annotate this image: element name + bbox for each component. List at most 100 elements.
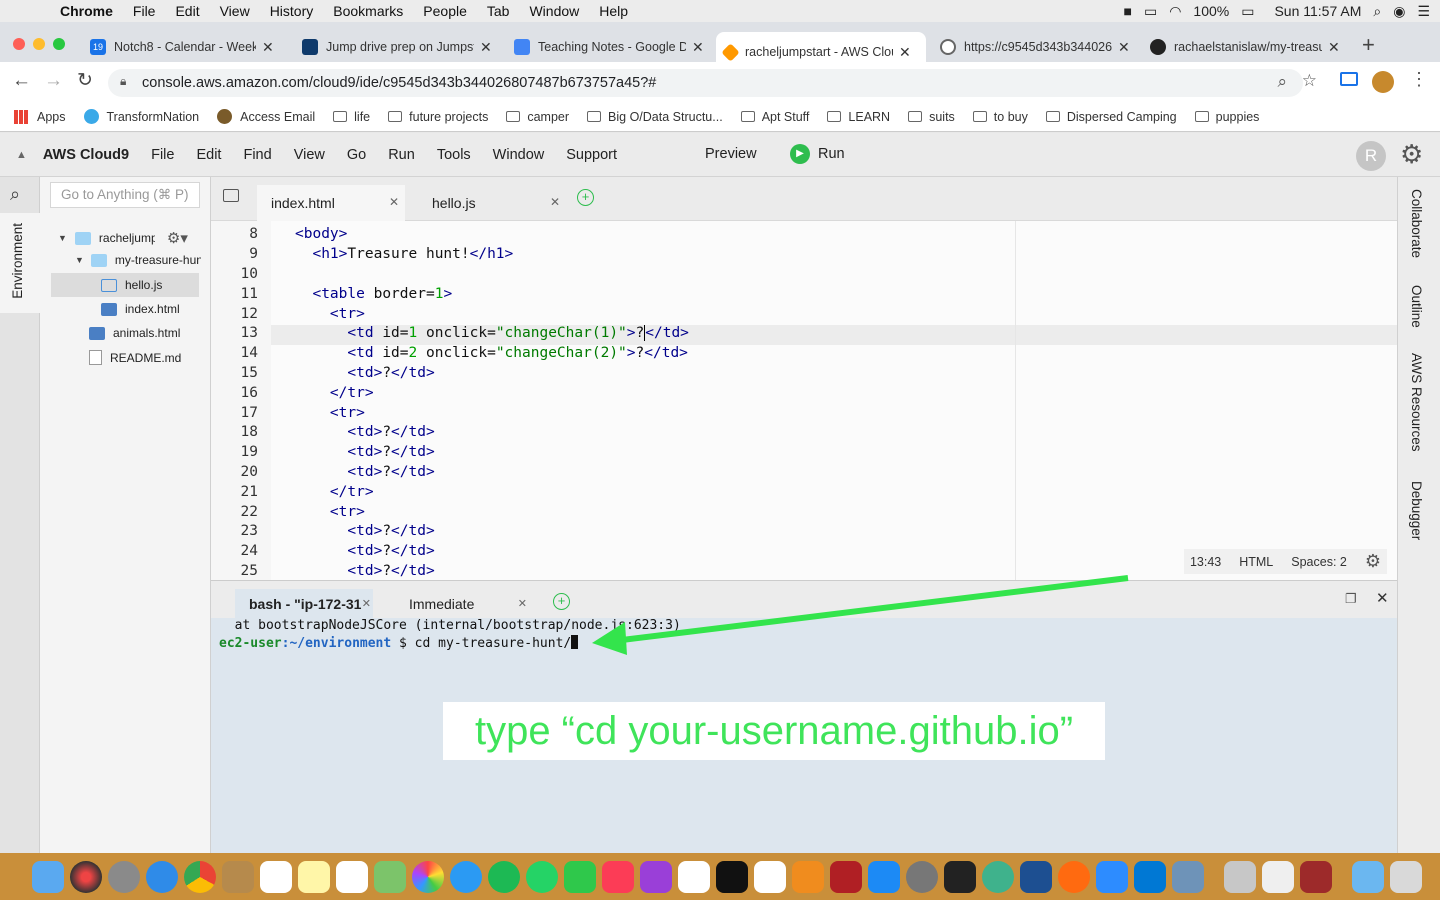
cursor-position[interactable]: 13:43	[1190, 555, 1221, 569]
terminal-app-icon[interactable]	[944, 860, 976, 893]
new-tab-button[interactable]: +	[1362, 32, 1375, 58]
c9-menu-window[interactable]: Window	[493, 147, 545, 163]
c9-menu-run[interactable]: Run	[388, 147, 415, 163]
tree-folder-my-treasure-hunt[interactable]: ▼ my-treasure-hunt	[75, 253, 201, 267]
close-icon[interactable]: ✕	[1328, 39, 1340, 56]
maximize-panel-icon[interactable]: ❐	[1345, 591, 1357, 607]
siri-icon[interactable]: ◉	[1393, 3, 1405, 20]
browser-tab-github[interactable]: rachaelstanislaw/my-treasure ✕	[1142, 32, 1348, 62]
bookmark-folder-camper[interactable]: camper	[506, 110, 569, 124]
close-icon[interactable]: ✕	[480, 39, 492, 56]
terminal-tab-bash[interactable]: bash - "ip-172-31 ✕	[235, 589, 373, 619]
battery-icon[interactable]: ▭	[1241, 3, 1254, 20]
news-icon[interactable]	[754, 860, 786, 893]
search-icon[interactable]: ⌕	[10, 184, 20, 205]
apple-tv-icon[interactable]	[716, 860, 748, 893]
browser-tab-calendar[interactable]: 19 Notch8 - Calendar - Week of ✕	[82, 32, 290, 62]
more-menu-icon[interactable]: ⋮	[1410, 69, 1428, 90]
wifi-icon[interactable]: ◠	[1169, 3, 1181, 20]
spotify-icon[interactable]	[488, 860, 520, 893]
image-capture-icon[interactable]	[1224, 860, 1256, 893]
star-icon[interactable]: ☆	[1302, 71, 1317, 91]
indent-setting[interactable]: Spaces: 2	[1291, 555, 1347, 569]
notification-center-icon[interactable]: ☰	[1417, 3, 1430, 20]
menu-help[interactable]: Help	[589, 3, 638, 19]
tree-file-hello-js[interactable]: hello.js	[101, 278, 162, 292]
photo-booth-icon[interactable]	[830, 860, 862, 893]
c9-menu-find[interactable]: Find	[243, 147, 271, 163]
close-icon[interactable]: ✕	[899, 44, 911, 61]
close-icon[interactable]: ✕	[1118, 39, 1130, 56]
bookmark-folder-apt-stuff[interactable]: Apt Stuff	[740, 110, 809, 124]
close-icon[interactable]: ✕	[692, 39, 704, 56]
terminal-tab-immediate[interactable]: Immediate ✕	[395, 589, 533, 619]
c9-menu-go[interactable]: Go	[347, 147, 366, 163]
tree-settings-gear-icon[interactable]: ⚙▾	[167, 229, 188, 247]
bookmark-access-email[interactable]: Access Email	[217, 109, 315, 124]
menu-people[interactable]: People	[413, 3, 477, 19]
slack-icon[interactable]	[678, 860, 710, 893]
calendar-app-icon[interactable]	[260, 860, 292, 893]
zoom-window-button[interactable]	[53, 38, 65, 50]
textedit-icon[interactable]	[1262, 860, 1294, 893]
chevron-down-icon[interactable]: ▼	[75, 255, 84, 265]
tree-file-index-html[interactable]: index.html	[101, 302, 180, 316]
menu-bookmarks[interactable]: Bookmarks	[323, 3, 413, 19]
airplay-icon[interactable]: ▭	[1144, 3, 1157, 20]
tree-folder-root[interactable]: ▼ racheljump ⚙▾	[58, 229, 188, 247]
close-window-button[interactable]	[13, 38, 25, 50]
reload-icon[interactable]: ↻	[77, 69, 93, 92]
menu-edit[interactable]: Edit	[165, 3, 209, 19]
language-mode[interactable]: HTML	[1239, 555, 1273, 569]
chevron-down-icon[interactable]: ▼	[58, 233, 67, 243]
contacts-icon[interactable]	[222, 860, 254, 893]
menu-app-name[interactable]: Chrome	[50, 3, 123, 19]
bookmark-folder-to-buy[interactable]: to buy	[972, 110, 1028, 124]
outline-tab[interactable]: Outline	[1409, 285, 1424, 328]
menu-tab[interactable]: Tab	[477, 3, 520, 19]
dictionary-icon[interactable]	[1300, 860, 1332, 893]
postman-icon[interactable]	[1058, 860, 1090, 893]
system-preferences-icon[interactable]	[906, 860, 938, 893]
run-icon[interactable]: ▶	[790, 144, 810, 164]
browser-tab-docs[interactable]: Teaching Notes - Google Docs ✕	[506, 32, 714, 62]
environment-tab[interactable]: Environment	[0, 213, 40, 313]
music-icon[interactable]	[602, 860, 634, 893]
app-store-icon[interactable]	[868, 860, 900, 893]
run-button[interactable]: Run	[818, 146, 845, 162]
browser-tab-jumpstart[interactable]: Jump drive prep on Jumpstart ✕	[294, 32, 502, 62]
profile-avatar[interactable]	[1372, 71, 1394, 93]
bookmark-folder-life[interactable]: life	[333, 110, 370, 124]
books-icon[interactable]	[792, 860, 824, 893]
tree-file-readme[interactable]: README.md	[89, 350, 181, 365]
maps-icon[interactable]	[374, 860, 406, 893]
preview-button[interactable]: Preview	[705, 146, 757, 162]
bookmark-apps[interactable]: Apps	[14, 109, 66, 124]
bookmark-folder-puppies[interactable]: puppies	[1194, 110, 1259, 124]
close-icon[interactable]: ✕	[262, 39, 274, 56]
close-icon[interactable]: ✕	[518, 597, 527, 610]
whatsapp-icon[interactable]	[526, 860, 558, 893]
chrome-icon[interactable]	[184, 860, 216, 893]
menu-history[interactable]: History	[260, 3, 324, 19]
add-tab-icon[interactable]: +	[577, 189, 594, 206]
menu-file[interactable]: File	[123, 3, 166, 19]
settings-gear-icon[interactable]: ⚙	[1400, 139, 1423, 170]
reminders-icon[interactable]	[336, 860, 368, 893]
siri-icon[interactable]	[70, 860, 102, 893]
collapse-menu-icon[interactable]: ▲	[16, 149, 27, 161]
editor-tab-index-html[interactable]: index.html ✕	[257, 185, 405, 221]
tabs-menu-icon[interactable]	[223, 189, 239, 202]
bookmark-folder-future-projects[interactable]: future projects	[388, 110, 488, 124]
add-terminal-icon[interactable]: +	[553, 593, 570, 610]
mysql-workbench-icon[interactable]	[1020, 860, 1052, 893]
browser-tab-preview[interactable]: https://c9545d343b344026 ✕	[932, 32, 1138, 62]
spotlight-icon[interactable]: ⌕	[1373, 3, 1381, 20]
bookmark-transformnation[interactable]: TransformNation	[83, 109, 199, 124]
menu-window[interactable]: Window	[519, 3, 589, 19]
forward-icon[interactable]: →	[44, 70, 63, 92]
close-panel-icon[interactable]: ✕	[1376, 589, 1389, 607]
minimize-window-button[interactable]	[33, 38, 45, 50]
messages-icon[interactable]	[450, 860, 482, 893]
podcasts-icon[interactable]	[640, 860, 672, 893]
